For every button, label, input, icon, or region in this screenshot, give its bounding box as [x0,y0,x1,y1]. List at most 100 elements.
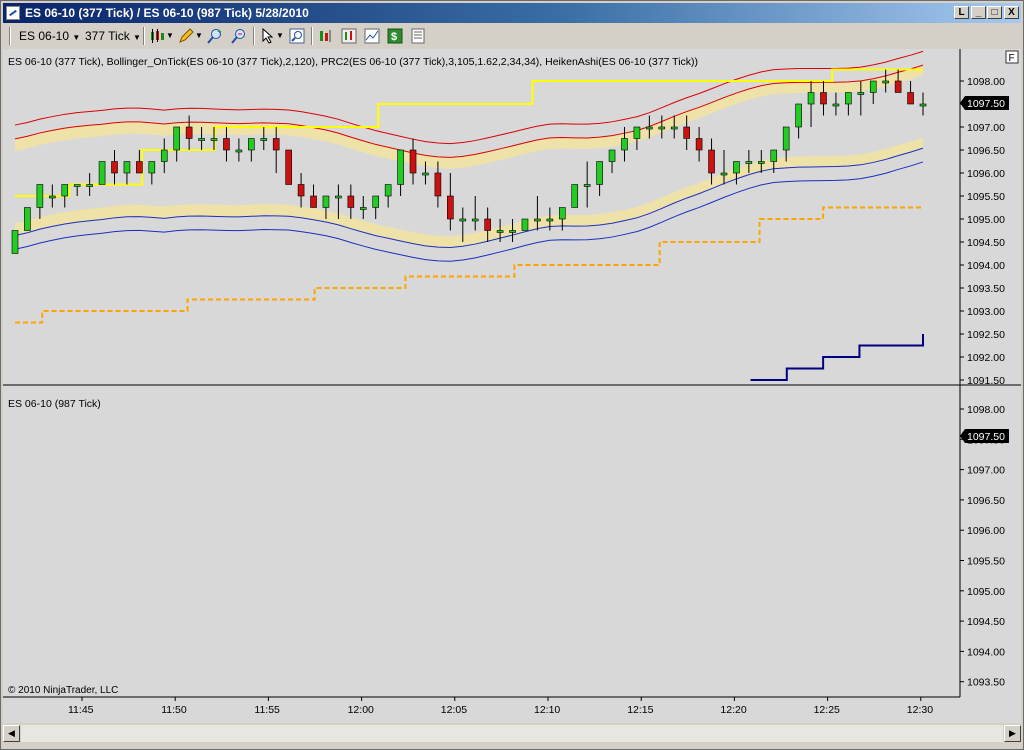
price-tick-label: 1094.00 [967,646,1005,658]
candle-up [646,126,653,130]
candle-up [832,103,840,107]
candle-up [248,138,255,151]
price-tick-label: 1095.00 [967,214,1005,226]
dollar-icon[interactable]: $ [387,28,403,44]
candle-up [795,103,802,128]
candle-up [608,149,616,162]
time-tick-label: 12:20 [720,704,746,716]
candle-up [372,195,380,208]
price-tick-label: 1098.00 [967,76,1005,88]
candle-down [310,195,317,208]
time-tick-label: 12:15 [627,704,653,716]
chevron-down-icon: ▼ [133,33,141,42]
candle-up [807,92,815,105]
toolbar-separator [253,27,255,45]
price-tick-label: 1096.50 [967,145,1005,157]
time-tick-label: 12:05 [441,704,467,716]
candle-down [297,184,305,197]
candle-up [422,172,429,176]
candle-up [670,126,678,130]
restore-small-button[interactable]: L [954,6,969,19]
candle-up [633,126,641,139]
time-tick-label: 11:55 [254,704,280,716]
top-panel-label: ES 06-10 (377 Tick), Bollinger_OnTick(ES… [8,56,698,68]
time-tick-label: 12:10 [534,704,560,716]
chevron-down-icon[interactable]: ▼ [276,27,284,45]
price-tick-label: 1092.00 [967,352,1005,364]
candle-up [173,126,180,151]
candle-down [820,92,827,105]
close-button[interactable]: X [1004,6,1019,19]
candle-up [86,184,93,187]
candle-up [36,184,44,208]
candle-up [123,161,131,174]
candle-up [845,92,852,105]
chevron-down-icon[interactable]: ▼ [166,27,174,45]
price-chart[interactable]: F ES 06-10 (377 Tick), Bollinger_OnTick(… [3,49,1021,723]
price-tick-label: 1095.00 [967,586,1005,598]
horizontal-scrollbar[interactable]: ◀ ▶ [3,723,1021,745]
candle-down [447,195,454,220]
candle-up [235,149,243,153]
candle-up [782,126,790,151]
instrument-selector[interactable]: ES 06-10 ▼ [19,27,80,45]
candle-up [658,126,666,130]
candle-up [148,161,156,174]
candle-down [708,149,715,174]
candle-up [260,138,268,141]
candle-up [745,161,753,164]
candle-up [571,184,579,208]
candle-down [434,172,442,197]
price-tick-label: 1092.50 [967,329,1005,341]
candle-down [111,161,118,174]
candle-up [720,172,728,176]
candle-up [210,138,218,141]
candle-up [359,207,367,210]
chart-data-icon[interactable] [341,28,357,44]
candle-down [285,149,292,185]
candle-up [596,161,603,185]
candle-up [160,149,168,162]
chevron-down-icon: ▼ [72,33,81,42]
candle-up [621,138,628,151]
ninjatrader-app-icon [6,6,20,20]
candle-up [335,195,342,199]
time-tick-label: 12:00 [348,704,374,716]
candle-down [272,138,280,151]
chevron-down-icon[interactable]: ▼ [195,27,203,45]
scroll-left-icon[interactable]: ◀ [3,725,20,742]
magnify-icon[interactable] [289,28,305,44]
minimize-button[interactable]: _ [971,6,986,19]
candlestick-style-icon[interactable] [149,28,165,44]
maximize-button[interactable]: □ [987,6,1002,19]
time-tick-label: 11:45 [68,704,94,716]
candle-up [758,161,765,164]
candle-up [534,218,541,222]
candle-down [409,149,417,174]
scroll-track[interactable] [21,725,1003,742]
chart-window: ES 06-10 (377 Tick) / ES 06-10 (987 Tick… [0,0,1024,750]
chart-toolbar: ES 06-10 ▼ 377 Tick ▼ ▼ ▼ + ▼ $ [3,24,1021,48]
bottom-panel-label: ES 06-10 (987 Tick) [8,398,101,410]
title-bar[interactable]: ES 06-10 (377 Tick) / ES 06-10 (987 Tick… [3,3,1021,23]
candle-down [347,195,355,208]
zoom-out-icon[interactable] [231,28,247,44]
chart-line-icon[interactable] [364,28,380,44]
candle-up [857,92,865,95]
candle-up [583,184,591,187]
price-tick-label: 1097.00 [967,465,1005,477]
interval-selector[interactable]: 377 Tick ▼ [85,27,141,45]
chart-area[interactable]: F ES 06-10 (377 Tick), Bollinger_OnTick(… [3,49,1021,723]
instrument-label: ES 06-10 [19,29,70,43]
zoom-in-icon[interactable]: + [207,28,223,44]
candle-down [223,138,230,151]
price-tick-label: 1098.00 [967,404,1005,416]
price-tick-label: 1091.50 [967,375,1005,387]
scroll-right-icon[interactable]: ▶ [1004,725,1021,742]
pencil-draw-icon[interactable] [178,28,194,44]
cursor-pointer-icon[interactable] [260,28,276,44]
bar-spacing-icon[interactable] [318,28,334,44]
bottom-price-marker: 1097.50 [960,429,1009,443]
candle-up [521,218,529,231]
properties-icon[interactable] [410,28,426,44]
